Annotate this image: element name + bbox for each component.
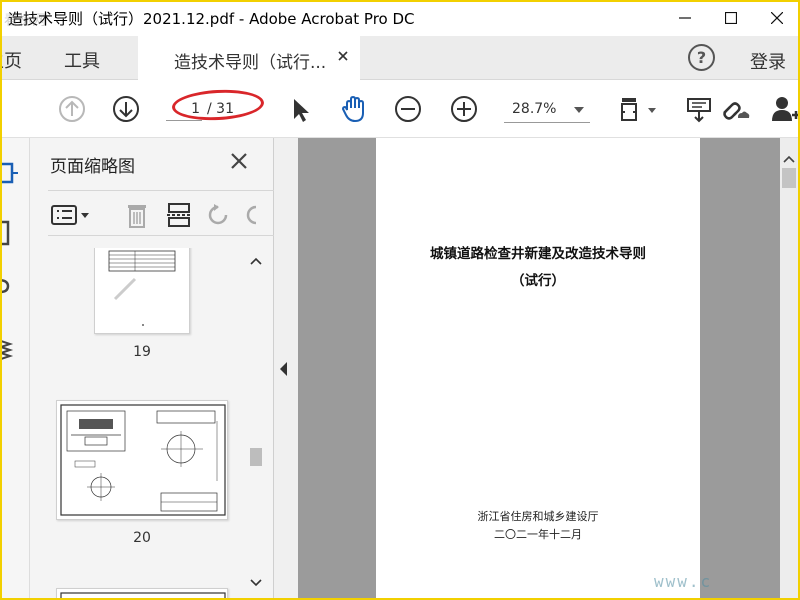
tab-document-label: 造技术导则（试行... bbox=[174, 53, 327, 73]
document-title: 城镇道路检查井新建及改造技术导则 bbox=[430, 246, 646, 262]
document-scrollbar[interactable] bbox=[780, 138, 798, 600]
zoom-in-button[interactable] bbox=[448, 93, 480, 125]
options-list-icon bbox=[51, 205, 89, 225]
rotate-page-button[interactable] bbox=[204, 201, 234, 229]
thumbnail-list: 19 20 bbox=[48, 248, 246, 598]
tab-bar: 主页 工具 造技术导则（试行... ? 登录 bbox=[0, 36, 800, 80]
comment-download-icon bbox=[687, 98, 711, 123]
scroll-up-icon[interactable] bbox=[246, 254, 266, 268]
arrow-down-circle-icon bbox=[113, 96, 139, 122]
login-button[interactable]: 登录 bbox=[750, 48, 786, 74]
title-bar: 造技术导则（试行）2021.12.pdf - Adobe Acrobat Pro… bbox=[0, 0, 800, 36]
share-user-button[interactable] bbox=[770, 93, 800, 125]
thumbnail-scrollbar[interactable] bbox=[246, 248, 266, 598]
document-date: 二〇二一年十二月 bbox=[494, 528, 582, 541]
rotate-ccw-button[interactable] bbox=[244, 201, 258, 229]
watermark-bottom: www.c bbox=[654, 572, 713, 591]
plus-circle-icon bbox=[451, 96, 477, 122]
thumbnail-page-19[interactable] bbox=[94, 248, 190, 334]
left-rail bbox=[0, 138, 30, 600]
next-page-button[interactable] bbox=[110, 93, 142, 125]
hand-icon bbox=[341, 95, 364, 123]
thumbnail-page-21[interactable] bbox=[56, 588, 228, 598]
rail-attachments-button[interactable] bbox=[0, 272, 22, 302]
document-subtitle: （试行） bbox=[511, 273, 565, 289]
link-tool-button[interactable] bbox=[718, 93, 750, 125]
prev-page-button[interactable] bbox=[56, 93, 88, 125]
bookmark-icon bbox=[0, 220, 10, 246]
collapse-panel-icon[interactable] bbox=[278, 360, 288, 378]
panel-options-button[interactable] bbox=[50, 201, 94, 229]
close-window-button[interactable] bbox=[754, 2, 800, 34]
minimize-icon bbox=[679, 17, 691, 19]
chevron-down-icon bbox=[574, 107, 584, 113]
panel-close-icon[interactable] bbox=[230, 152, 248, 170]
page-20-preview bbox=[60, 404, 226, 516]
select-tool-button[interactable] bbox=[284, 93, 316, 125]
tab-close-icon[interactable] bbox=[336, 49, 350, 63]
doc-scroll-up-icon[interactable] bbox=[780, 152, 798, 166]
arrow-up-circle-icon bbox=[59, 96, 85, 122]
maximize-icon bbox=[725, 12, 737, 24]
extract-page-button[interactable] bbox=[164, 201, 194, 229]
user-add-icon bbox=[772, 97, 800, 121]
tab-tools[interactable]: 工具 bbox=[64, 47, 100, 73]
document-scroll-thumb[interactable] bbox=[782, 168, 796, 188]
cursor-arrow-icon bbox=[294, 99, 309, 122]
page-display-button[interactable] bbox=[616, 93, 660, 125]
thumbnails-panel: 页面缩略图 19 20 bbox=[30, 138, 276, 600]
page-margin-right bbox=[700, 138, 780, 600]
thumbnails-icon bbox=[0, 162, 18, 184]
page-21-preview bbox=[60, 592, 226, 598]
maximize-button[interactable] bbox=[708, 2, 754, 34]
minimize-button[interactable] bbox=[662, 2, 708, 34]
paperclip-icon bbox=[0, 278, 10, 294]
link-cloud-icon bbox=[723, 102, 750, 120]
thumbnail-page-20[interactable] bbox=[56, 400, 228, 520]
rail-bookmarks-button[interactable] bbox=[0, 218, 22, 248]
page-19-preview bbox=[108, 250, 176, 326]
pdf-page: 城镇道路检查井新建及改造技术导则 （试行） 浙江省住房和城乡建设厅 二〇二一年十… bbox=[376, 138, 700, 600]
thumbnail-page-20-number: 20 bbox=[133, 530, 151, 546]
scroll-down-icon[interactable] bbox=[246, 576, 266, 590]
panel-toolbar bbox=[48, 190, 276, 236]
zoom-value: 28.7% bbox=[512, 101, 557, 117]
panel-title: 页面缩略图 bbox=[50, 157, 135, 177]
rail-thumbnails-button[interactable] bbox=[0, 158, 22, 188]
zoom-out-button[interactable] bbox=[392, 93, 424, 125]
rail-layers-button[interactable] bbox=[0, 332, 22, 362]
watermark-top: 看标网 bbox=[4, 13, 46, 29]
trash-icon bbox=[128, 205, 146, 228]
hand-tool-button[interactable] bbox=[338, 93, 370, 125]
rotate-ccw-icon bbox=[246, 205, 257, 225]
rotate-icon bbox=[208, 204, 228, 225]
thumbnail-page-19-number: 19 bbox=[133, 344, 151, 360]
delete-page-button[interactable] bbox=[122, 201, 152, 229]
close-icon bbox=[771, 12, 783, 24]
comment-tool-button[interactable] bbox=[684, 93, 716, 125]
window-title: 造技术导则（试行）2021.12.pdf - Adobe Acrobat Pro… bbox=[8, 10, 415, 28]
layers-icon bbox=[0, 339, 14, 361]
tab-document[interactable]: 造技术导则（试行... bbox=[138, 36, 360, 80]
toolbar: / 31 28.7% bbox=[0, 80, 800, 138]
split-page-icon bbox=[167, 203, 191, 227]
document-organization: 浙江省住房和城乡建设厅 bbox=[477, 510, 599, 523]
zoom-select[interactable]: 28.7% bbox=[504, 97, 590, 123]
page-margin-left bbox=[298, 138, 376, 600]
help-button[interactable]: ? bbox=[688, 44, 715, 71]
tab-home[interactable]: 主页 bbox=[0, 47, 22, 73]
minus-circle-icon bbox=[395, 96, 421, 122]
fit-page-icon bbox=[621, 98, 656, 121]
thumbnail-scroll-thumb[interactable] bbox=[250, 448, 262, 466]
